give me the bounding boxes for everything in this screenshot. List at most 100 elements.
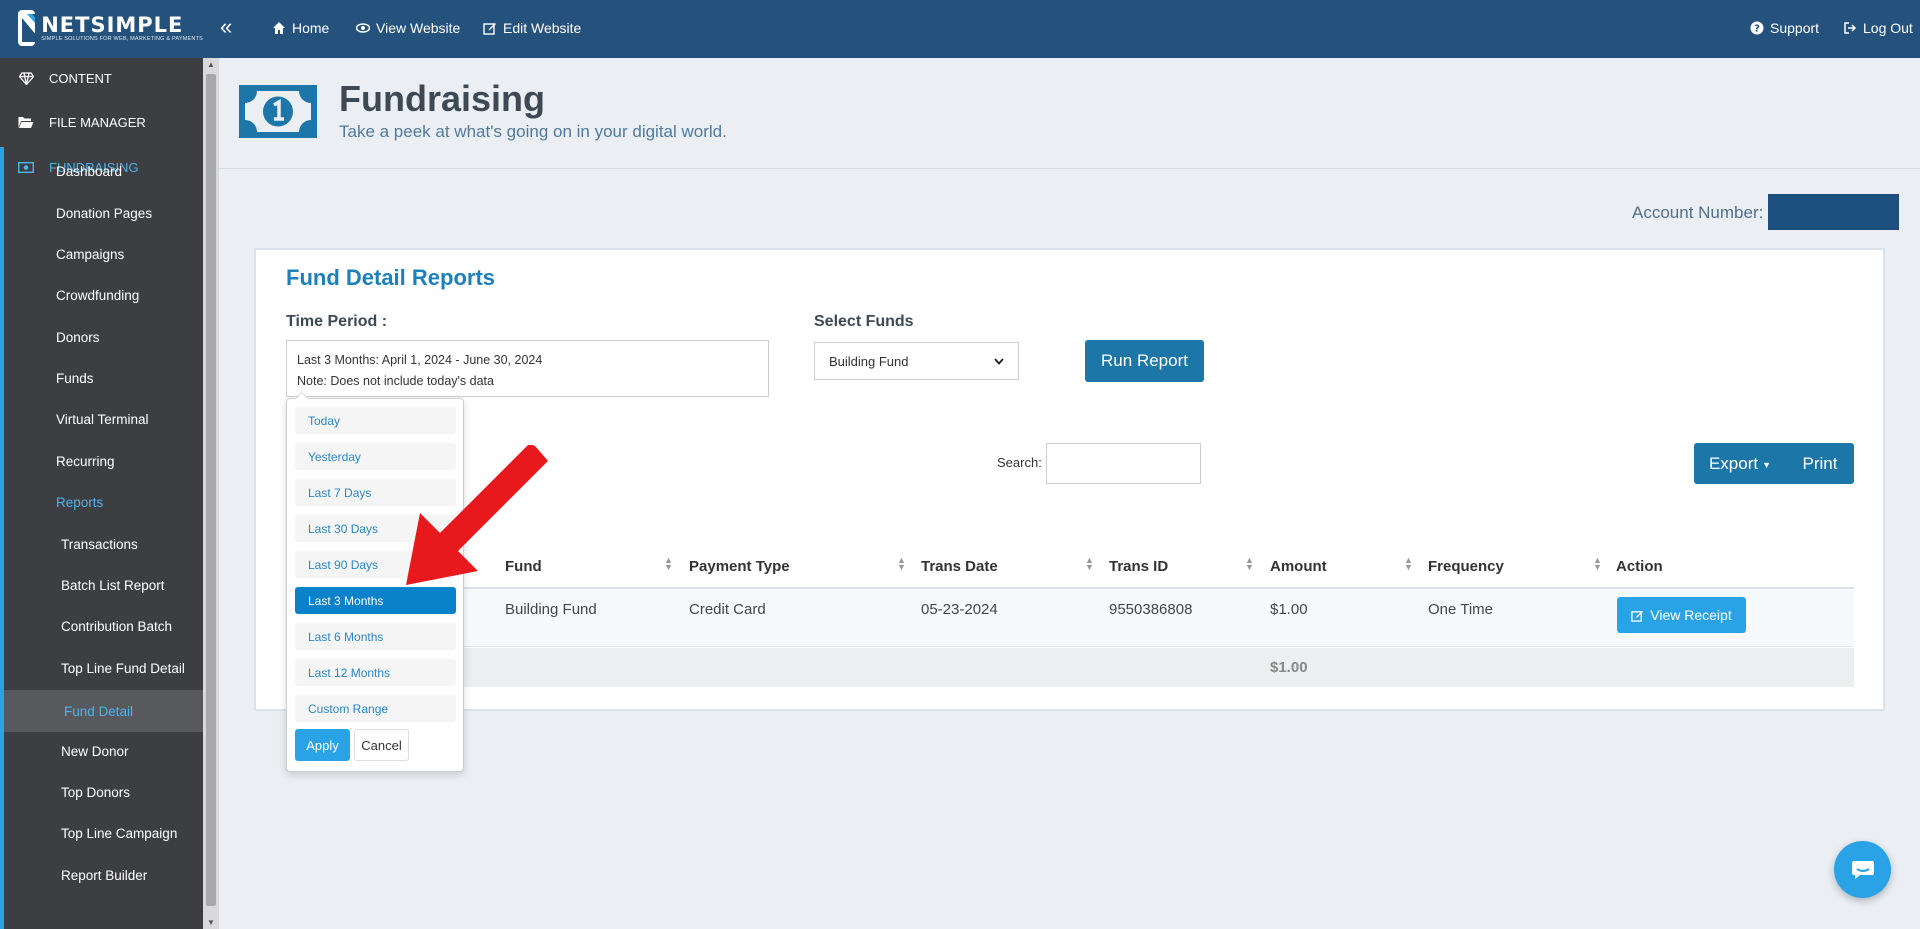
sidebar-scrollbar[interactable]: ▲ ▼ (203, 58, 219, 929)
column-header-action: Action (1616, 558, 1663, 575)
column-header-payment-type[interactable]: Payment Type (689, 558, 790, 575)
sidebar-item-funds[interactable]: Funds (4, 361, 207, 395)
page-title: Fundraising (339, 78, 545, 119)
chat-widget-button[interactable] (1834, 841, 1891, 898)
sidebar-item-batch-list-report[interactable]: Batch List Report (4, 568, 207, 602)
sidebar-item-label: Top Line Campaign (61, 825, 178, 841)
question-circle-icon: ? (1750, 21, 1764, 35)
scroll-down-icon[interactable]: ▼ (206, 918, 216, 927)
home-link-label: Home (292, 20, 330, 36)
brand-tagline: SIMPLE SOLUTIONS FOR WEB, MARKETING & PA… (41, 35, 203, 42)
edit-website-label: Edit Website (503, 20, 582, 36)
selected-fund: Building Fund (829, 353, 909, 369)
sidebar-item-crowdfunding[interactable]: Crowdfunding (4, 278, 207, 312)
sidebar-item-donors[interactable]: Donors (4, 320, 207, 354)
print-button[interactable]: Print (1786, 443, 1854, 484)
total-amount: $1.00 (1270, 659, 1308, 676)
red-arrow-annotation (406, 445, 548, 585)
range-today[interactable]: Today (295, 407, 456, 434)
edit-website-link[interactable]: Edit Website (483, 20, 581, 36)
sidebar-item-dashboard[interactable]: Dashboard (4, 154, 207, 188)
sidebar-item-label: Transactions (61, 536, 138, 552)
home-link[interactable]: Home (272, 20, 329, 36)
cell-fund: Building Fund (505, 601, 597, 618)
range-custom[interactable]: Custom Range (295, 695, 456, 722)
logo-mark-icon (18, 10, 36, 46)
account-number-label: Account Number: (1632, 203, 1764, 222)
column-header-amount[interactable]: Amount (1270, 558, 1327, 575)
range-last-3-months[interactable]: Last 3 Months (295, 587, 456, 614)
caret-down-icon: ▼ (1762, 460, 1772, 470)
run-report-button[interactable]: Run Report (1085, 340, 1204, 382)
sidebar-item-virtual-terminal[interactable]: Virtual Terminal (4, 402, 207, 436)
fundraising-menu: Dashboard Donation Pages Campaigns Crowd… (0, 148, 207, 929)
cancel-button[interactable]: Cancel (354, 729, 409, 761)
sidebar-item-label: Reports (56, 494, 104, 510)
sidebar-item-label: Virtual Terminal (56, 411, 149, 427)
sidebar-section-file-manager[interactable]: FILE MANAGER (0, 102, 203, 142)
sidebar-item-label: Top Donors (61, 784, 131, 800)
edit-icon (483, 23, 496, 35)
scroll-up-icon[interactable]: ▲ (206, 60, 216, 69)
diamond-icon (17, 71, 35, 85)
column-header-frequency[interactable]: Frequency (1428, 558, 1504, 575)
support-link[interactable]: ? Support (1750, 20, 1819, 36)
sidebar-item-campaigns[interactable]: Campaigns (4, 237, 207, 271)
time-period-value: Last 3 Months: April 1, 2024 - June 30, … (297, 353, 543, 367)
sidebar-section-content[interactable]: CONTENT (0, 58, 203, 98)
sidebar-item-transactions[interactable]: Transactions (4, 527, 207, 561)
sidebar-item-fund-detail[interactable]: Fund Detail (4, 690, 207, 732)
time-period-input[interactable]: Last 3 Months: April 1, 2024 - June 30, … (286, 340, 769, 397)
sidebar-item-top-line-fund-detail[interactable]: Top Line Fund Detail (4, 651, 207, 685)
cell-trans-date: 05-23-2024 (921, 601, 998, 618)
apply-button[interactable]: Apply (295, 729, 350, 761)
sidebar-item-report-builder[interactable]: Report Builder (4, 858, 207, 892)
support-label: Support (1770, 20, 1820, 36)
export-print-group: Export ▼ Print (1694, 443, 1854, 484)
sidebar-item-label: Dashboard (56, 163, 123, 179)
sidebar-item-top-line-campaign[interactable]: Top Line Campaign (4, 816, 207, 850)
sidebar-item-recurring[interactable]: Recurring (4, 444, 207, 478)
table-total-row (286, 648, 1854, 687)
select-funds-dropdown[interactable]: Building Fund (814, 342, 1019, 380)
sidebar-item-new-donor[interactable]: New Donor (4, 734, 207, 768)
report-title: Fund Detail Reports (286, 265, 496, 290)
top-bar: NETSIMPLE SIMPLE SOLUTIONS FOR WEB, MARK… (0, 0, 1920, 58)
cell-frequency: One Time (1428, 601, 1494, 618)
sort-icon[interactable]: ▲ ▼ (897, 556, 906, 572)
folder-open-icon (17, 116, 35, 129)
sidebar-item-contribution-batch[interactable]: Contribution Batch (4, 609, 207, 643)
collapse-sidebar-button[interactable]: « (220, 14, 232, 40)
sidebar-section-label: FILE MANAGER (49, 114, 146, 130)
sidebar-item-label: Funds (56, 370, 94, 386)
view-website-link[interactable]: View Website (356, 20, 460, 36)
cell-amount: $1.00 (1270, 601, 1308, 618)
search-input[interactable] (1046, 443, 1201, 484)
sidebar-item-top-donors[interactable]: Top Donors (4, 775, 207, 809)
range-last-6-months[interactable]: Last 6 Months (295, 623, 456, 650)
sort-icon[interactable]: ▲ ▼ (664, 556, 673, 572)
sidebar-item-label: Donors (56, 329, 100, 345)
brand-name: NETSIMPLE (41, 12, 184, 37)
sort-icon[interactable]: ▲ ▼ (1404, 556, 1413, 572)
sort-icon[interactable]: ▲ ▼ (1245, 556, 1254, 572)
column-header-trans-date[interactable]: Trans Date (921, 558, 998, 575)
cell-payment-type: Credit Card (689, 601, 766, 618)
scrollbar-thumb[interactable] (206, 74, 216, 906)
sidebar-item-reports[interactable]: Reports (4, 485, 207, 519)
sort-icon[interactable]: ▲ ▼ (1593, 556, 1602, 572)
sidebar-item-label: Campaigns (56, 246, 125, 262)
range-last-12-months[interactable]: Last 12 Months (295, 659, 456, 686)
netsimple-logo[interactable]: NETSIMPLE SIMPLE SOLUTIONS FOR WEB, MARK… (18, 8, 203, 48)
export-button[interactable]: Export ▼ (1694, 443, 1786, 484)
svg-text:?: ? (1754, 24, 1760, 35)
logout-link[interactable]: Log Out (1843, 20, 1913, 36)
sidebar-item-donation-pages[interactable]: Donation Pages (4, 196, 207, 230)
account-number-value (1768, 194, 1899, 230)
cell-trans-id: 9550386808 (1109, 601, 1193, 618)
column-header-trans-id[interactable]: Trans ID (1109, 558, 1168, 575)
view-receipt-button[interactable]: View Receipt (1617, 597, 1746, 633)
money-bill-icon (239, 85, 317, 138)
sidebar-item-label: Donation Pages (56, 205, 153, 221)
sort-icon[interactable]: ▲ ▼ (1085, 556, 1094, 572)
